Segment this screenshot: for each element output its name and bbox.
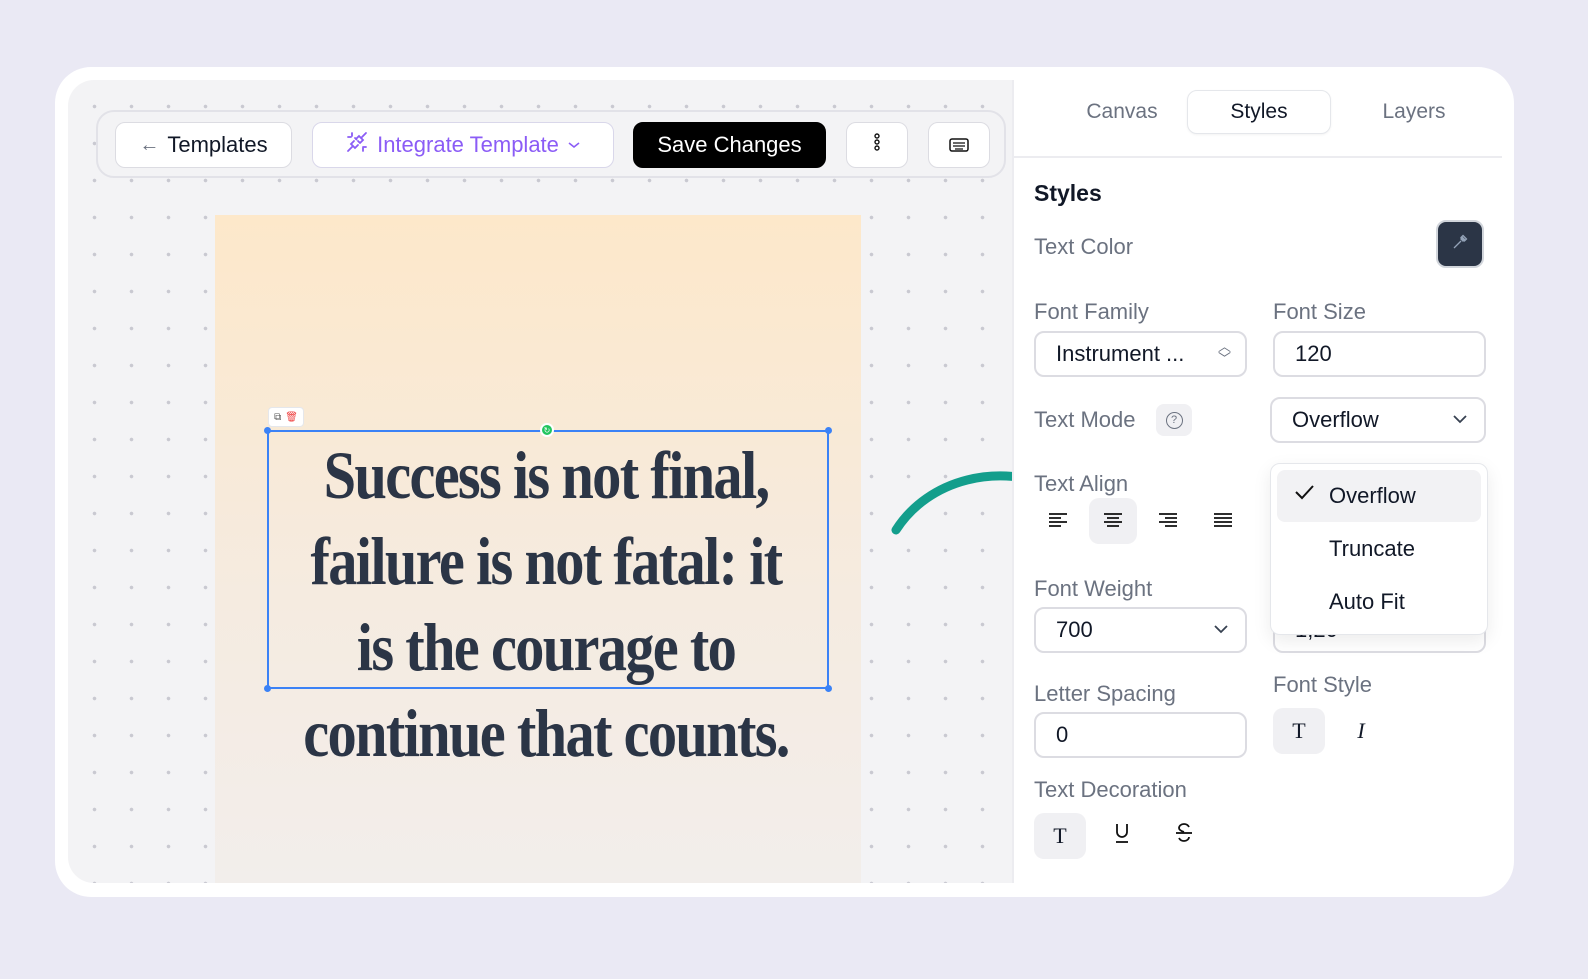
text-mode-select[interactable]: Overflow bbox=[1270, 397, 1486, 443]
font-style-normal-button[interactable]: T bbox=[1273, 708, 1325, 754]
back-to-templates-button[interactable]: ← Templates bbox=[115, 122, 292, 168]
underline-icon bbox=[1113, 822, 1131, 850]
font-size-value: 120 bbox=[1295, 341, 1332, 366]
help-circle-icon[interactable]: ? bbox=[1156, 404, 1192, 436]
underline-button[interactable] bbox=[1096, 813, 1148, 859]
letter-spacing-label: Letter Spacing bbox=[1034, 681, 1176, 706]
tab-styles[interactable]: Styles bbox=[1187, 90, 1331, 134]
eyedropper-icon bbox=[1451, 233, 1469, 256]
arrow-left-icon: ← bbox=[139, 133, 160, 156]
more-vertical-icon bbox=[873, 132, 881, 158]
italic-icon: I bbox=[1357, 718, 1365, 743]
selection-box[interactable] bbox=[264, 427, 832, 692]
text-mode-value: Overflow bbox=[1292, 407, 1379, 432]
check-icon bbox=[1293, 482, 1315, 508]
text-align-label: Text Align bbox=[1034, 471, 1129, 496]
font-style-italic-button[interactable]: I bbox=[1335, 708, 1387, 754]
decoration-none-button[interactable]: T bbox=[1034, 813, 1086, 859]
align-center-button[interactable] bbox=[1089, 498, 1137, 544]
font-style-label: Font Style bbox=[1273, 672, 1373, 697]
font-family-label: Font Family bbox=[1034, 299, 1149, 324]
duplicate-icon[interactable]: ⧉ bbox=[274, 412, 281, 423]
align-left-icon bbox=[1047, 508, 1069, 534]
text-normal-icon: T bbox=[1053, 823, 1067, 848]
letter-spacing-value: 0 bbox=[1056, 722, 1069, 747]
rotate-handle-icon[interactable]: ↻ bbox=[540, 423, 554, 437]
text-mode-option[interactable]: Truncate bbox=[1277, 523, 1481, 575]
text-mode-option-label: Auto Fit bbox=[1329, 589, 1405, 614]
align-center-icon bbox=[1102, 508, 1124, 534]
integrate-template-button[interactable]: Integrate Template bbox=[312, 122, 614, 168]
properties-panel: Canvas Styles Layers Styles Text Color F… bbox=[1012, 80, 1502, 883]
tab-layers[interactable]: Layers bbox=[1342, 90, 1486, 134]
element-mini-toolbar: ⧉ 🗑 bbox=[268, 407, 304, 427]
pointer-arrow bbox=[891, 471, 1012, 535]
font-size-input[interactable]: 120 bbox=[1273, 331, 1486, 377]
align-justify-button[interactable] bbox=[1199, 498, 1247, 544]
resize-handle-top-right[interactable] bbox=[825, 427, 832, 434]
text-mode-option-label: Overflow bbox=[1329, 483, 1416, 508]
panel-tabs: Canvas Styles Layers bbox=[1014, 80, 1502, 158]
letter-spacing-input[interactable]: 0 bbox=[1034, 712, 1247, 758]
align-right-button[interactable] bbox=[1144, 498, 1192, 544]
chevron-down-icon bbox=[567, 137, 581, 153]
strikethrough-icon bbox=[1174, 822, 1194, 850]
trash-icon[interactable]: 🗑 bbox=[285, 412, 298, 423]
font-weight-label: Font Weight bbox=[1034, 576, 1153, 601]
more-options-button[interactable] bbox=[846, 122, 908, 168]
font-family-select[interactable]: Instrument ... ︿ ﹀ bbox=[1034, 331, 1247, 377]
design-artboard[interactable]: Success is not final, failure is not fat… bbox=[215, 215, 861, 883]
integrate-template-label: Integrate Template bbox=[377, 132, 559, 157]
text-color-swatch[interactable] bbox=[1436, 220, 1484, 268]
text-decoration-group: T bbox=[1034, 813, 1210, 859]
resize-handle-bottom-right[interactable] bbox=[825, 685, 832, 692]
font-style-group: T I bbox=[1273, 708, 1387, 754]
section-title: Styles bbox=[1034, 180, 1102, 206]
editor-canvas-area[interactable]: ← Templates Integrate Template Save Chan… bbox=[68, 80, 1012, 883]
keyboard-icon bbox=[949, 132, 969, 158]
back-to-templates-label: Templates bbox=[167, 132, 268, 157]
editor-window: ← Templates Integrate Template Save Chan… bbox=[55, 67, 1514, 897]
tab-canvas[interactable]: Canvas bbox=[1050, 90, 1194, 134]
resize-handle-bottom-left[interactable] bbox=[264, 685, 271, 692]
font-weight-select[interactable]: 700 bbox=[1034, 607, 1247, 653]
chevron-down-icon bbox=[1452, 411, 1468, 429]
text-mode-option[interactable]: Auto Fit bbox=[1277, 576, 1481, 628]
text-mode-option[interactable]: Overflow bbox=[1277, 470, 1481, 522]
text-color-label: Text Color bbox=[1034, 234, 1134, 259]
text-mode-option-label: Truncate bbox=[1329, 536, 1416, 561]
font-family-value: Instrument ... bbox=[1056, 341, 1185, 366]
toolbar: ← Templates Integrate Template Save Chan… bbox=[96, 110, 1006, 178]
align-justify-icon bbox=[1212, 508, 1234, 534]
keyboard-shortcuts-button[interactable] bbox=[928, 122, 990, 168]
plug-icon bbox=[345, 130, 369, 160]
font-size-label: Font Size bbox=[1273, 299, 1366, 324]
chevron-down-icon bbox=[1213, 621, 1229, 639]
font-weight-value: 700 bbox=[1056, 617, 1093, 642]
text-align-group bbox=[1034, 498, 1247, 544]
text-mode-label: Text Mode bbox=[1034, 407, 1136, 432]
align-left-button[interactable] bbox=[1034, 498, 1082, 544]
strikethrough-button[interactable] bbox=[1158, 813, 1210, 859]
align-right-icon bbox=[1157, 508, 1179, 534]
resize-handle-top-left[interactable] bbox=[264, 427, 271, 434]
text-normal-icon: T bbox=[1292, 718, 1306, 743]
chevron-up-down-icon: ︿ ﹀ bbox=[1217, 339, 1231, 366]
text-mode-dropdown: Overflow Truncate Auto Fit bbox=[1270, 463, 1488, 635]
text-decoration-label: Text Decoration bbox=[1034, 777, 1187, 802]
save-changes-button[interactable]: Save Changes bbox=[633, 122, 826, 168]
